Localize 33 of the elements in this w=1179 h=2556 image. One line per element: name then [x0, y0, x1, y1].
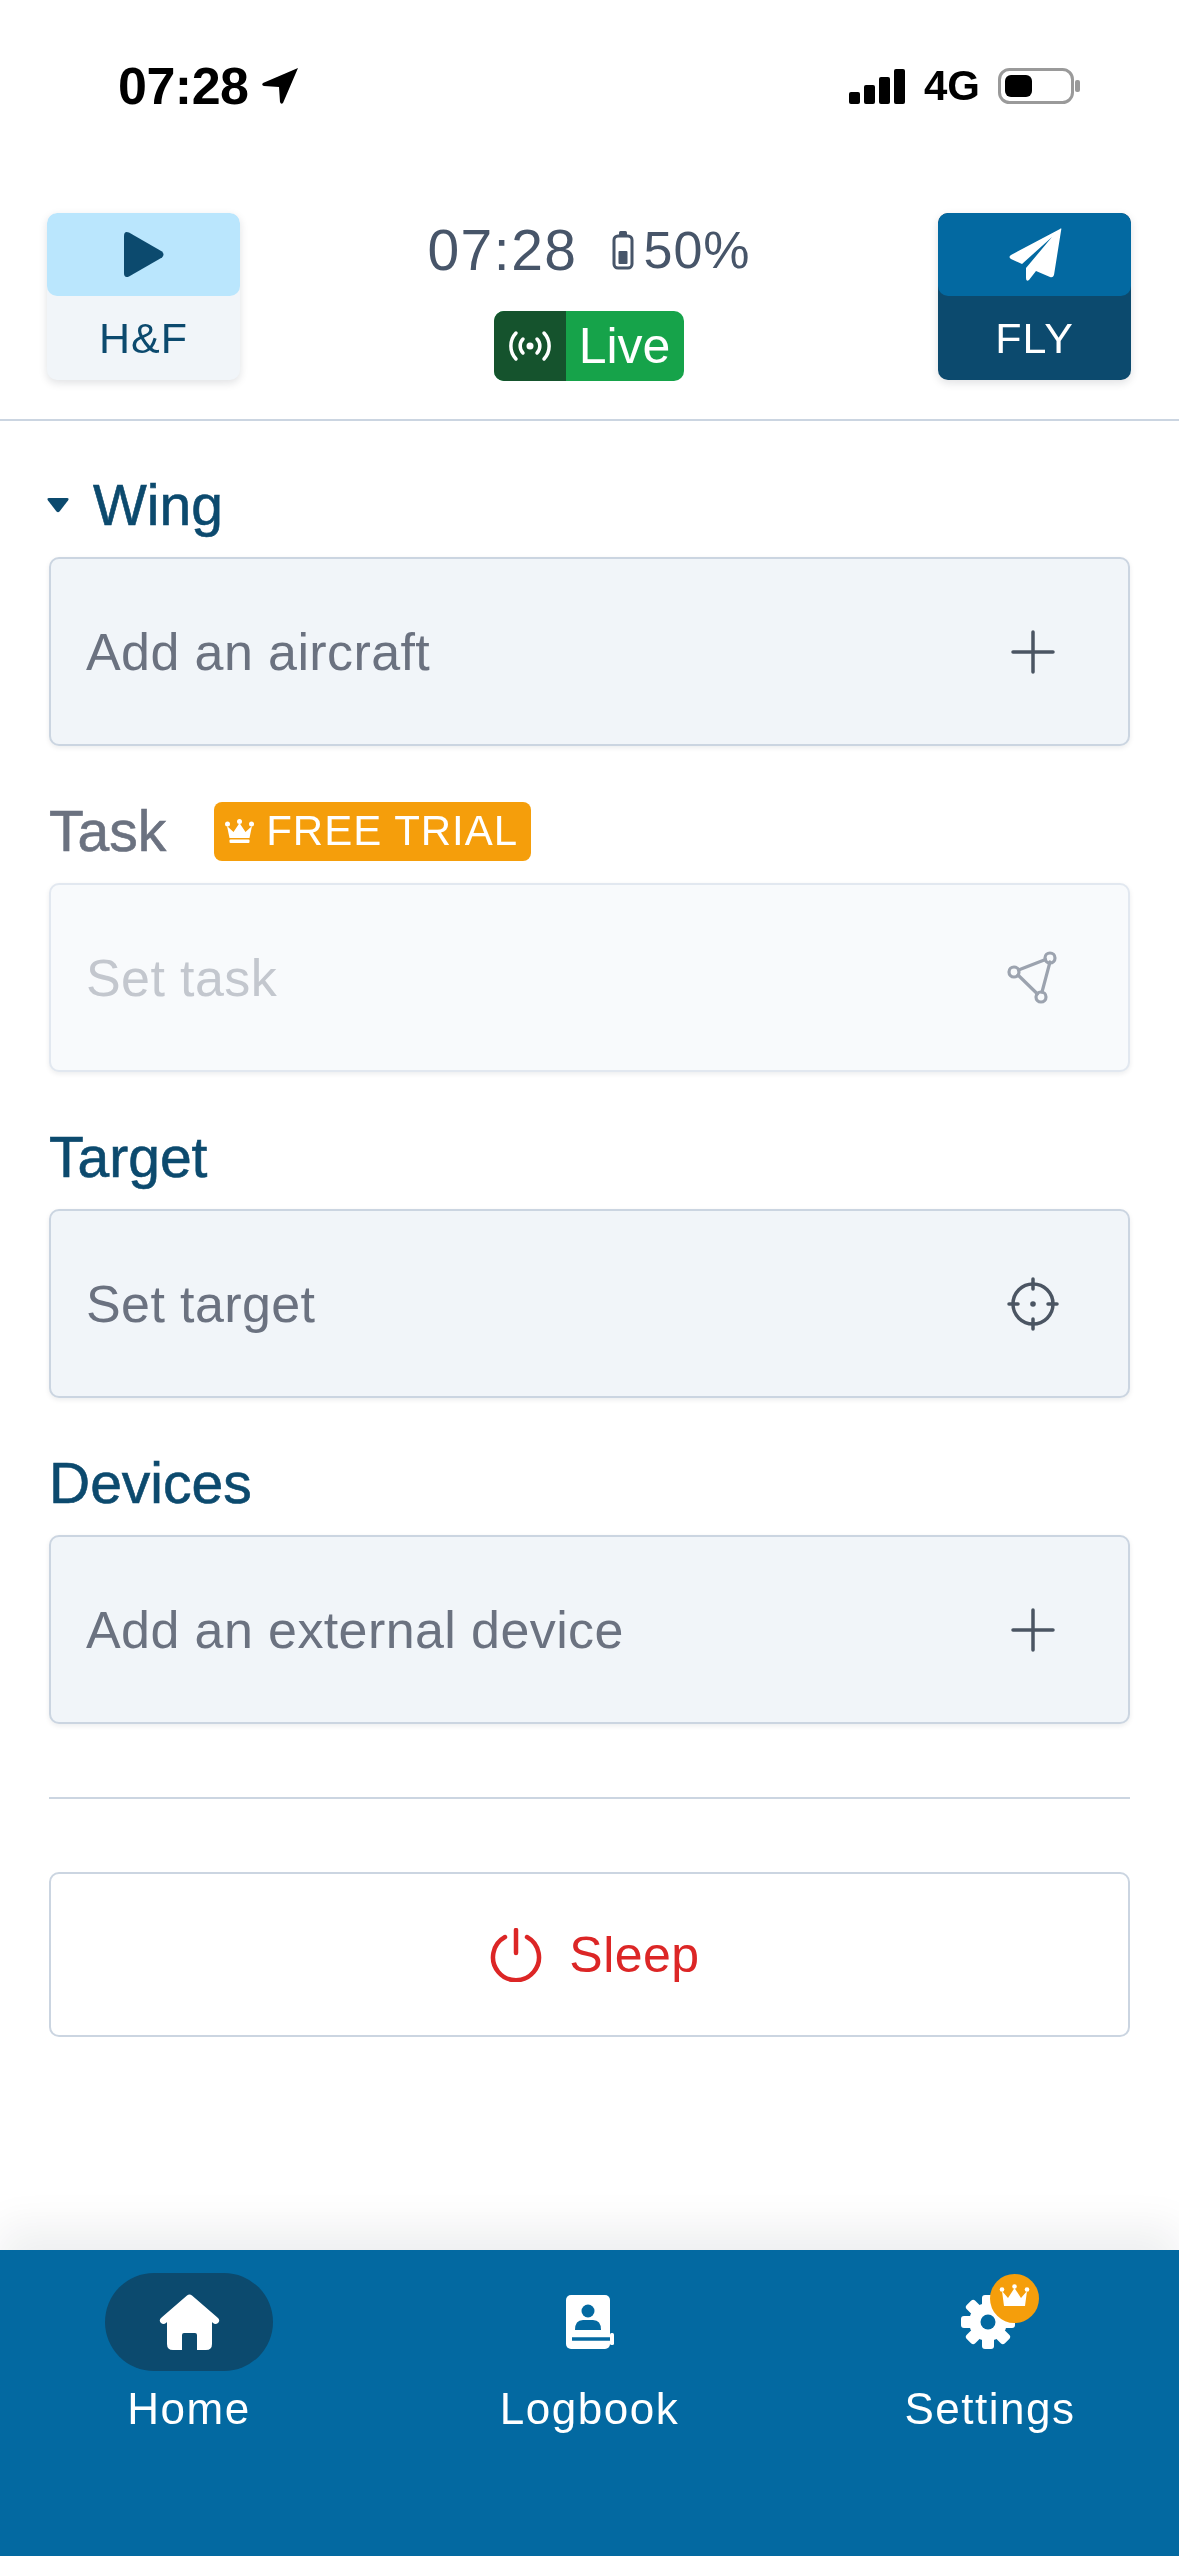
home-icon [158, 2294, 220, 2350]
crown-icon [225, 819, 255, 843]
power-icon [489, 1927, 544, 1982]
settings-tab[interactable]: Settings [906, 2273, 1074, 2435]
clock-time: 07:28 [427, 217, 578, 283]
section-title: Devices [49, 1451, 252, 1515]
contact-book-icon [565, 2295, 614, 2349]
fly-button[interactable]: FLY [938, 213, 1131, 380]
section-title: Task [49, 799, 167, 863]
section-title: Target [49, 1125, 208, 1189]
battery-percent: 50% [643, 220, 751, 280]
live-label: Live [577, 317, 672, 376]
route-nodes-icon [1007, 950, 1059, 1005]
status-time: 07:28 [118, 56, 249, 116]
plus-icon [1011, 1607, 1055, 1652]
signal-icon [848, 68, 906, 104]
network-type: 4G [923, 62, 980, 110]
badge-label: FREE TRIAL [266, 807, 519, 855]
play-icon [123, 231, 164, 278]
battery-icon [998, 68, 1080, 104]
caret-icon[interactable] [47, 497, 69, 513]
section-title: Wing [93, 473, 223, 537]
target-field[interactable]: Set target [49, 1209, 1130, 1398]
battery-icon [611, 230, 634, 270]
location-arrow-icon [260, 67, 300, 105]
paper-plane-icon [1007, 227, 1062, 282]
sleep-button[interactable]: Sleep [49, 1872, 1130, 2037]
hf-button[interactable]: H&F [47, 213, 240, 380]
plus-icon [1011, 629, 1055, 674]
add-field[interactable]: Add an external device [49, 1535, 1130, 1724]
broadcast-icon [493, 311, 566, 381]
crosshair-icon [1007, 1276, 1059, 1331]
add-field[interactable]: Add an aircraft [49, 557, 1130, 746]
